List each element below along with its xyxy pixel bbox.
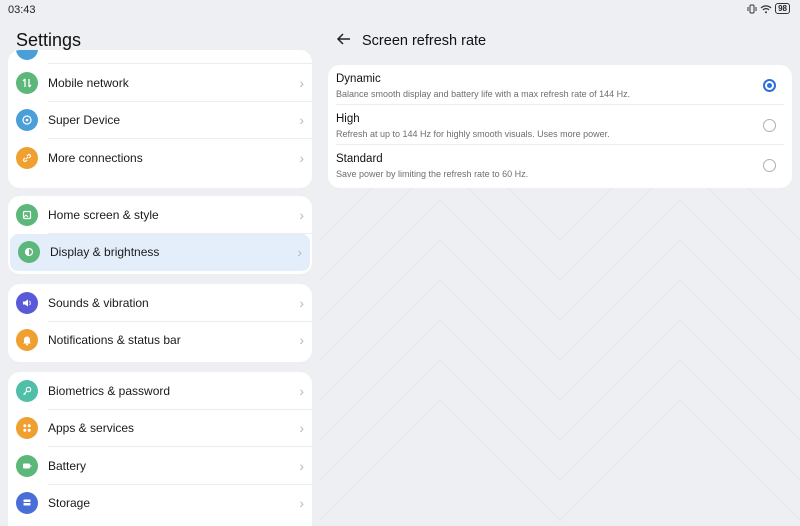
settings-sidebar: Settings Mobile network › Super Device › (0, 20, 320, 526)
display-icon (18, 241, 40, 264)
sidebar-item-more-connections[interactable]: More connections › (8, 139, 312, 177)
chevron-right-icon: › (299, 206, 304, 223)
sidebar-item-super-device[interactable]: Super Device › (8, 102, 312, 139)
detail-title: Screen refresh rate (362, 33, 487, 49)
sidebar-item-label: Biometrics & password (48, 383, 171, 398)
sidebar-item-display-brightness[interactable]: Display & brightness › (10, 233, 310, 271)
sidebar-item-storage[interactable]: Storage › (8, 485, 312, 523)
chevron-right-icon: › (297, 244, 302, 261)
apps-icon (16, 417, 38, 440)
wifi-icon (760, 4, 772, 13)
sidebar-item-label: Home screen & style (48, 207, 159, 222)
detail-pane: Screen refresh rate Dynamic Balance smoo… (320, 20, 800, 526)
chevron-right-icon: › (299, 495, 304, 512)
settings-group-connections: Mobile network › Super Device › More con… (8, 50, 312, 188)
radio-unselected[interactable] (763, 159, 776, 172)
bell-icon (16, 329, 38, 352)
sidebar-item-label: Super Device (48, 113, 121, 128)
option-title: Dynamic (336, 73, 381, 85)
option-standard[interactable]: Standard Save power by limiting the refr… (328, 145, 792, 185)
sidebar-item-sounds[interactable]: Sounds & vibration › (8, 284, 312, 322)
chevron-right-icon: › (299, 457, 304, 474)
back-button[interactable] (334, 29, 354, 49)
chevron-right-icon: › (299, 382, 304, 399)
bluetooth-icon (16, 50, 38, 60)
key-icon (16, 379, 38, 402)
option-dynamic[interactable]: Dynamic Balance smooth display and batte… (328, 65, 792, 105)
option-description: Save power by limiting the refresh rate … (336, 169, 529, 179)
sidebar-item-home-screen[interactable]: Home screen & style › (8, 196, 312, 234)
option-high[interactable]: High Refresh at up to 144 Hz for highly … (328, 105, 792, 145)
mobile-network-icon (16, 71, 38, 94)
status-bar: 03:43 98 (0, 0, 800, 20)
sidebar-item-label: Mobile network (48, 75, 129, 90)
sidebar-item-label: Battery (48, 458, 87, 473)
settings-group-system: Biometrics & password › Apps & services … (8, 372, 312, 526)
settings-group-display: Home screen & style › Display & brightne… (8, 196, 312, 274)
super-device-icon (16, 109, 38, 132)
sidebar-item-label: Apps & services (48, 421, 135, 436)
sidebar-item-battery[interactable]: Battery › (8, 447, 312, 485)
partial-item (8, 50, 312, 64)
speaker-icon (16, 291, 38, 314)
arrow-left-icon (336, 33, 350, 45)
storage-icon (16, 492, 38, 515)
link-icon (16, 146, 38, 169)
settings-group-sound: Sounds & vibration › Notifications & sta… (8, 284, 312, 362)
sidebar-item-apps[interactable]: Apps & services › (8, 410, 312, 447)
option-title: Standard (336, 153, 383, 165)
chevron-right-icon: › (299, 74, 304, 91)
vibrate-icon (747, 4, 757, 13)
option-title: High (336, 113, 360, 125)
radio-selected[interactable] (763, 79, 776, 92)
home-screen-icon (16, 203, 38, 226)
chevron-right-icon: › (299, 332, 304, 349)
battery-indicator: 98 (775, 3, 790, 14)
radio-unselected[interactable] (763, 119, 776, 132)
sidebar-item-biometrics[interactable]: Biometrics & password › (8, 372, 312, 410)
chevron-right-icon: › (299, 149, 304, 166)
status-time: 03:43 (8, 4, 36, 16)
chevron-right-icon: › (299, 294, 304, 311)
page-title: Settings (16, 30, 82, 50)
sidebar-item-label: Display & brightness (50, 245, 160, 260)
sidebar-item-notifications[interactable]: Notifications & status bar › (8, 322, 312, 360)
option-description: Refresh at up to 144 Hz for highly smoot… (336, 129, 610, 139)
status-icons: 98 (747, 3, 790, 14)
sidebar-item-mobile-network[interactable]: Mobile network › (8, 64, 312, 102)
sidebar-item-label: Notifications & status bar (48, 333, 181, 348)
battery-icon (16, 454, 38, 477)
sidebar-item-label: Sounds & vibration (48, 295, 149, 310)
sidebar-item-label: More connections (48, 150, 143, 165)
chevron-right-icon: › (299, 420, 304, 437)
refresh-rate-options: Dynamic Balance smooth display and batte… (328, 65, 792, 188)
option-description: Balance smooth display and battery life … (336, 89, 631, 99)
sidebar-item-label: Storage (48, 496, 91, 511)
chevron-right-icon: › (299, 112, 304, 129)
